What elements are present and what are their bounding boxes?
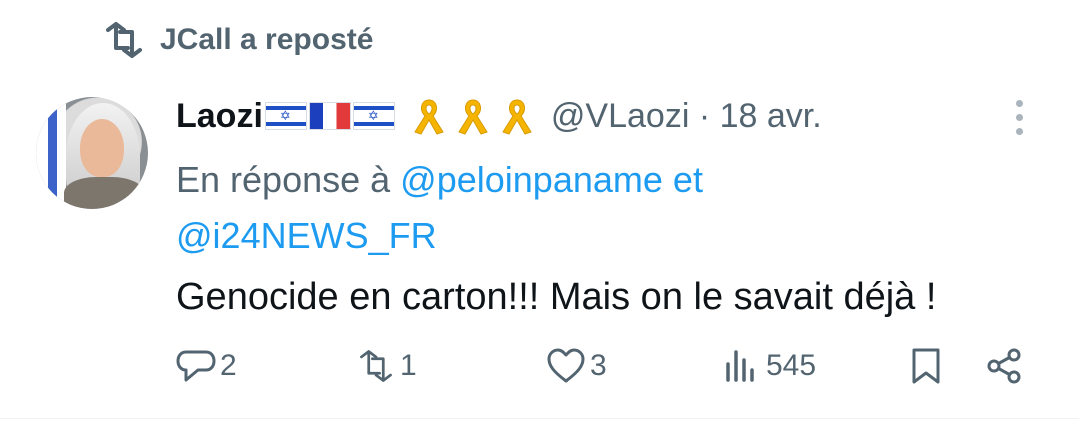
like-button[interactable]: 3: [546, 346, 607, 386]
reply-icon: [176, 350, 216, 382]
reply-count: 2: [220, 349, 237, 382]
heart-icon: [547, 348, 585, 383]
author-flags: ✡ ✡: [264, 102, 395, 130]
israel-flag-icon: ✡: [264, 102, 307, 130]
reply-context: En réponse à @peloinpaname et @i24NEWS_F…: [176, 159, 703, 256]
mention-link[interactable]: @peloinpaname: [400, 159, 663, 200]
france-flag-icon: [308, 102, 351, 130]
repost-icon: [360, 350, 392, 382]
like-count: 3: [590, 349, 607, 382]
more-options-icon[interactable]: [1016, 100, 1023, 135]
repost-count: 1: [400, 349, 417, 382]
tweet-text: Genocide en carton!!! Mais on le savait …: [176, 276, 937, 318]
views-button[interactable]: 545: [722, 346, 816, 386]
repost-button[interactable]: 1: [356, 346, 417, 386]
ribbons: [409, 96, 537, 136]
share-button[interactable]: [984, 346, 1024, 386]
repost-indicator[interactable]: JCall a reposté: [102, 22, 373, 58]
share-icon: [987, 348, 1021, 384]
repost-label: JCall a reposté: [160, 23, 374, 56]
tweet-header: Laozi ✡ ✡ @VLaozi · 18 avr.: [176, 96, 822, 136]
mention-link[interactable]: @i24NEWS_FR: [176, 215, 437, 256]
author-handle[interactable]: @VLaozi · 18 avr.: [551, 97, 822, 136]
israel-flag-icon: ✡: [352, 102, 395, 130]
view-count: 545: [766, 349, 817, 382]
yellow-ribbon-icon: [458, 99, 488, 135]
divider: [0, 418, 1079, 419]
bookmark-icon: [912, 348, 940, 384]
action-bar: 2 1 3 545: [0, 346, 1079, 396]
author-name[interactable]: Laozi: [176, 97, 263, 136]
yellow-ribbon-icon: [502, 99, 532, 135]
bookmark-button[interactable]: [906, 346, 946, 386]
tweet-date[interactable]: 18 avr.: [720, 97, 822, 135]
avatar[interactable]: [36, 97, 148, 209]
yellow-ribbon-icon: [414, 99, 444, 135]
repost-icon: [106, 22, 142, 58]
reply-button[interactable]: 2: [176, 346, 237, 386]
views-icon: [726, 350, 754, 382]
